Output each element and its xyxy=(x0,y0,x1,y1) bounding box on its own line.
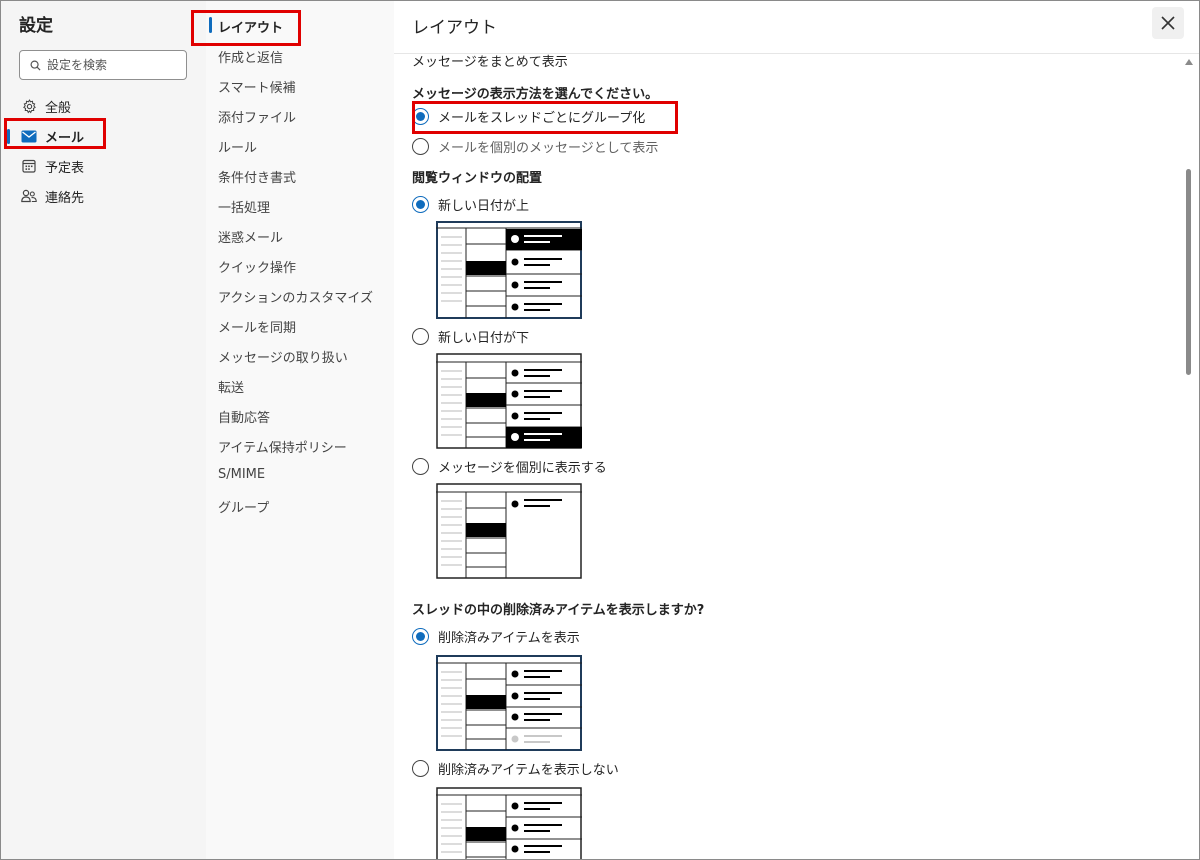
radio-label: 削除済みアイテムを表示しない xyxy=(438,763,619,778)
group-question: メッセージの表示方法を選んでください。 xyxy=(412,87,659,102)
settings-title: 設定 xyxy=(19,16,53,36)
preview-show-deleted[interactable] xyxy=(436,655,582,751)
sidebar-item-general[interactable]: 全般 xyxy=(1,93,206,119)
search-icon xyxy=(30,60,41,71)
preview-separate-messages[interactable] xyxy=(436,483,582,579)
calendar-icon xyxy=(21,158,37,174)
search-input[interactable] xyxy=(47,58,177,72)
radio-label: メッセージを個別に表示する xyxy=(438,461,607,476)
subnav-item-compose-reply[interactable]: 作成と返信 xyxy=(218,47,283,67)
people-icon xyxy=(21,188,37,204)
radio-button-checked[interactable] xyxy=(412,628,429,645)
subnav-item-message-handling[interactable]: メッセージの取り扱い xyxy=(218,347,348,367)
radio-button[interactable] xyxy=(412,760,429,777)
subnav-item-forwarding[interactable]: 転送 xyxy=(218,377,244,397)
radio-newest-on-bottom[interactable]: 新しい日付が下 xyxy=(412,327,529,346)
subnav-item-retention-policies[interactable]: アイテム保持ポリシー xyxy=(218,437,347,457)
radio-label: 削除済みアイテムを表示 xyxy=(438,631,580,646)
subnav-item-smime[interactable]: S/MIME xyxy=(218,467,265,487)
settings-window: 設定 全般 メール xyxy=(0,0,1200,860)
group-section-heading: メッセージをまとめて表示 xyxy=(412,55,568,70)
close-icon xyxy=(1161,16,1175,30)
subnav-item-junk-mail[interactable]: 迷惑メール xyxy=(218,227,283,247)
subnav-item-sweep[interactable]: 一括処理 xyxy=(218,197,270,217)
radio-show-messages-separately[interactable]: メッセージを個別に表示する xyxy=(412,457,607,476)
radio-newest-on-top[interactable]: 新しい日付が上 xyxy=(412,195,529,214)
radio-show-deleted[interactable]: 削除済みアイテムを表示 xyxy=(412,627,580,646)
reading-pane-heading: 閲覧ウィンドウの配置 xyxy=(412,171,543,186)
settings-sidebar: 設定 全般 メール xyxy=(1,1,206,859)
close-button[interactable] xyxy=(1152,7,1184,39)
page-title: レイアウト xyxy=(412,18,497,38)
radio-label: 新しい日付が下 xyxy=(438,331,530,346)
scrollbar-thumb[interactable] xyxy=(1186,169,1191,375)
radio-button[interactable] xyxy=(412,328,429,345)
highlight-box-mail xyxy=(4,118,106,149)
subnav-item-rules[interactable]: ルール xyxy=(218,137,257,157)
radio-button[interactable] xyxy=(412,458,429,475)
sidebar-item-label: 全般 xyxy=(45,100,72,116)
subnav-item-customize-actions[interactable]: アクションのカスタマイズ xyxy=(218,287,373,307)
sidebar-item-contacts[interactable]: 連絡先 xyxy=(1,183,206,209)
scroll-up-icon[interactable] xyxy=(1185,59,1193,65)
sidebar-item-label: 予定表 xyxy=(45,160,85,176)
subnav-item-attachments[interactable]: 添付ファイル xyxy=(218,107,296,127)
radio-individual-messages[interactable]: メールを個別のメッセージとして表示 xyxy=(412,137,658,156)
radio-label: 新しい日付が上 xyxy=(438,199,530,214)
mail-settings-nav: レイアウト 作成と返信 スマート候補 添付ファイル ルール 条件付き書式 一括処… xyxy=(206,1,394,859)
highlight-box-layout xyxy=(191,10,301,46)
subnav-item-smart-suggestions[interactable]: スマート候補 xyxy=(218,77,296,97)
deleted-items-heading: スレッドの中の削除済みアイテムを表示しますか? xyxy=(412,603,705,618)
subnav-item-sync-email[interactable]: メールを同期 xyxy=(218,317,296,337)
sidebar-item-label: 連絡先 xyxy=(45,190,85,206)
radio-hide-deleted[interactable]: 削除済みアイテムを表示しない xyxy=(412,759,619,778)
subnav-item-groups[interactable]: グループ xyxy=(218,497,269,517)
subnav-item-quick-steps[interactable]: クイック操作 xyxy=(218,257,296,277)
highlight-box-thread xyxy=(412,101,678,134)
radio-label: メールを個別のメッセージとして表示 xyxy=(438,141,659,156)
radio-button[interactable] xyxy=(412,138,429,155)
subnav-item-automatic-replies[interactable]: 自動応答 xyxy=(218,407,270,427)
subnav-item-conditional-formatting[interactable]: 条件付き書式 xyxy=(218,167,296,187)
settings-content: レイアウト メッセージをまとめて表示 メッセージの表示方法を選んでください。 メ… xyxy=(394,1,1199,860)
gear-icon xyxy=(21,98,37,114)
sidebar-item-calendar[interactable]: 予定表 xyxy=(1,153,206,179)
radio-button-checked[interactable] xyxy=(412,196,429,213)
preview-newest-on-top[interactable] xyxy=(436,221,582,319)
preview-hide-deleted[interactable] xyxy=(436,787,582,860)
settings-search[interactable] xyxy=(19,50,187,80)
preview-newest-on-bottom[interactable] xyxy=(436,353,582,449)
